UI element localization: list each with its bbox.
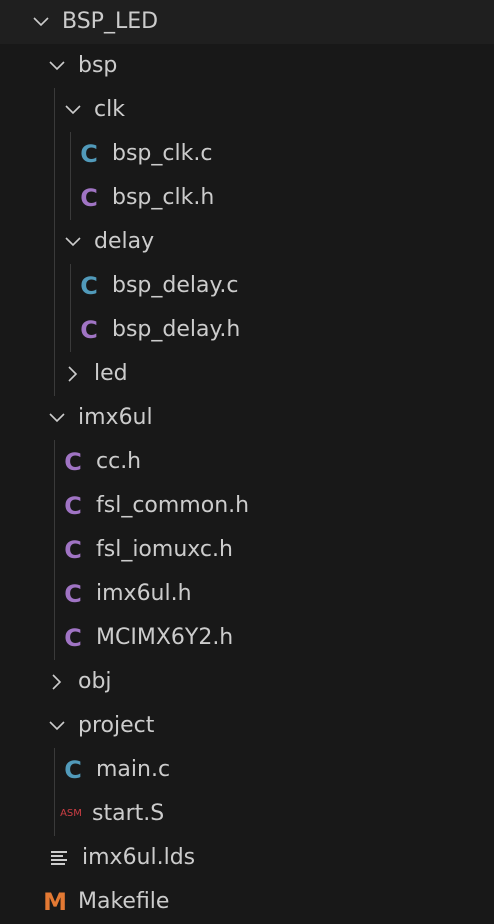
tree-file-makefile[interactable]: M Makefile [0, 880, 494, 924]
c-header-icon: C [64, 536, 82, 564]
makefile-icon: M [43, 888, 67, 916]
tree-item-label: bsp [78, 53, 118, 78]
tree-file-fsl-iomuxc-h[interactable]: C fsl_iomuxc.h [0, 528, 494, 572]
chevron-down-icon [48, 409, 66, 427]
c-header-icon: C [64, 448, 82, 476]
tree-file-cc-h[interactable]: C cc.h [0, 440, 494, 484]
tree-item-label: main.c [96, 757, 171, 782]
tree-file-imx6ul-h[interactable]: C imx6ul.h [0, 572, 494, 616]
tree-item-label: bsp_clk.h [112, 185, 215, 210]
tree-item-label: bsp_delay.h [112, 317, 241, 342]
tree-item-label: fsl_common.h [96, 493, 250, 518]
tree-file-fsl-common-h[interactable]: C fsl_common.h [0, 484, 494, 528]
text-file-icon [48, 843, 70, 873]
tree-item-label: cc.h [96, 449, 142, 474]
tree-item-label: clk [94, 97, 125, 122]
tree-item-label: imx6ul [78, 405, 153, 430]
tree-file-bsp-delay-c[interactable]: C bsp_delay.c [0, 264, 494, 308]
tree-item-label: fsl_iomuxc.h [96, 537, 233, 562]
c-file-icon: C [64, 756, 82, 784]
chevron-down-icon [64, 101, 82, 119]
tree-item-label: led [94, 361, 128, 386]
tree-file-bsp-clk-h[interactable]: C bsp_clk.h [0, 176, 494, 220]
tree-folder-led[interactable]: led [0, 352, 494, 396]
tree-folder-obj[interactable]: obj [0, 660, 494, 704]
c-header-icon: C [64, 580, 82, 608]
tree-item-label: obj [78, 669, 112, 694]
tree-item-label: imx6ul.h [96, 581, 192, 606]
tree-root-label: BSP_LED [62, 9, 159, 34]
chevron-down-icon [64, 233, 82, 251]
tree-folder-clk[interactable]: clk [0, 88, 494, 132]
asm-file-icon: ASM [60, 808, 82, 819]
tree-item-label: MCIMX6Y2.h [96, 625, 234, 650]
c-header-icon: C [64, 624, 82, 652]
tree-item-label: project [78, 713, 155, 738]
tree-item-label: delay [94, 229, 155, 254]
tree-file-start-s[interactable]: ASM start.S [0, 792, 494, 836]
chevron-down-icon [48, 717, 66, 735]
chevron-down-icon [48, 57, 66, 75]
tree-folder-bsp[interactable]: bsp [0, 44, 494, 88]
tree-file-imx6ul-lds[interactable]: imx6ul.lds [0, 836, 494, 880]
tree-item-label: bsp_clk.c [112, 141, 213, 166]
chevron-right-icon [64, 365, 82, 383]
tree-file-mcimx6y2-h[interactable]: C MCIMX6Y2.h [0, 616, 494, 660]
c-file-icon: C [80, 140, 98, 168]
tree-item-label: start.S [92, 801, 165, 826]
tree-file-bsp-clk-c[interactable]: C bsp_clk.c [0, 132, 494, 176]
tree-item-label: imx6ul.lds [82, 845, 196, 870]
c-file-icon: C [80, 272, 98, 300]
tree-folder-project[interactable]: project [0, 704, 494, 748]
chevron-right-icon [48, 673, 66, 691]
chevron-down-icon [32, 13, 50, 31]
tree-root-bsp-led[interactable]: BSP_LED [0, 0, 494, 44]
tree-folder-imx6ul[interactable]: imx6ul [0, 396, 494, 440]
tree-item-label: bsp_delay.c [112, 273, 239, 298]
tree-file-bsp-delay-h[interactable]: C bsp_delay.h [0, 308, 494, 352]
tree-file-main-c[interactable]: C main.c [0, 748, 494, 792]
file-explorer: BSP_LED bsp clk C bsp_clk.c C bsp_clk.h … [0, 0, 494, 924]
tree-folder-delay[interactable]: delay [0, 220, 494, 264]
tree-item-label: Makefile [78, 889, 170, 914]
c-header-icon: C [64, 492, 82, 520]
c-header-icon: C [80, 184, 98, 212]
c-header-icon: C [80, 316, 98, 344]
